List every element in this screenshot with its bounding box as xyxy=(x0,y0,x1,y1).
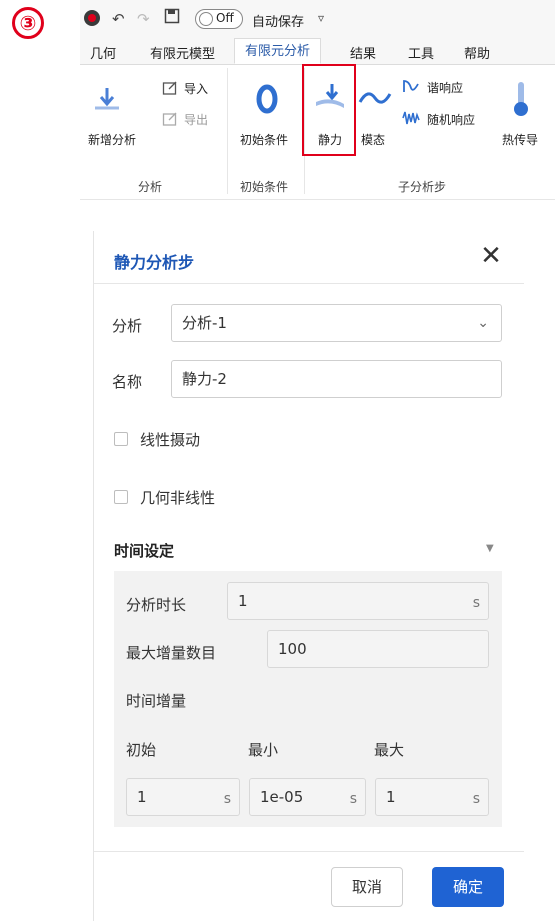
autosave-toggle[interactable]: Off xyxy=(195,9,243,29)
linear-perturbation-label[interactable]: 线性摄动 xyxy=(140,429,200,450)
save-icon[interactable] xyxy=(164,8,180,28)
export-label[interactable]: 导出 xyxy=(184,111,208,128)
increment-min-field[interactable]: 1e-05 s xyxy=(249,778,366,816)
duration-label: 分析时长 xyxy=(126,596,187,614)
new-analysis-icon[interactable] xyxy=(92,86,122,115)
geometric-nonlinear-label[interactable]: 几何非线性 xyxy=(140,487,215,508)
time-increment-label: 时间增量 xyxy=(126,692,187,710)
toggle-knob xyxy=(199,12,213,26)
increment-max-unit: s xyxy=(472,791,480,807)
increment-initial-label: 初始 xyxy=(126,741,157,759)
import-label[interactable]: 导入 xyxy=(184,80,208,97)
modal-analysis-label[interactable]: 模态 xyxy=(361,131,385,148)
import-icon[interactable] xyxy=(162,80,178,99)
harmonic-response-icon[interactable] xyxy=(402,78,420,97)
cancel-button[interactable]: 取消 xyxy=(331,867,403,907)
modal-analysis-icon[interactable] xyxy=(358,86,392,113)
increment-initial-value: 1 xyxy=(137,788,147,806)
random-response-icon[interactable] xyxy=(402,110,420,129)
initial-conditions-icon[interactable] xyxy=(256,84,278,117)
quick-access-bar: ↶ ↷ Off 自动保存 ▿ xyxy=(80,0,555,38)
tab-tools[interactable]: 工具 xyxy=(408,43,434,62)
group-label-sub-steps: 子分析步 xyxy=(398,180,447,194)
ok-button[interactable]: 确定 xyxy=(432,867,504,907)
static-highlight-box xyxy=(302,64,356,156)
heat-transfer-icon[interactable] xyxy=(512,80,530,121)
qat-dropdown-icon[interactable]: ▿ xyxy=(318,11,324,25)
step-number-marker: ③ xyxy=(12,7,44,39)
heat-transfer-label[interactable]: 热传导 xyxy=(502,131,538,148)
export-icon[interactable] xyxy=(162,111,178,130)
max-increments-value: 100 xyxy=(278,640,307,658)
tab-geometry[interactable]: 几何 xyxy=(90,43,116,62)
harmonic-response-label[interactable]: 谐响应 xyxy=(427,79,463,96)
close-icon[interactable]: ✕ xyxy=(476,241,506,271)
duration-field[interactable]: 1 s xyxy=(227,582,489,620)
toggle-label: Off xyxy=(216,11,234,25)
analysis-select-value: 分析-1 xyxy=(182,314,227,332)
new-analysis-label[interactable]: 新增分析 xyxy=(88,131,136,148)
collapse-caret-icon[interactable]: ▼ xyxy=(486,543,494,554)
tab-help[interactable]: 帮助 xyxy=(464,43,490,62)
static-step-dialog: 静力分析步 ✕ 分析 分析-1 ⌄ 名称 静力-2 线性摄动 几何非线性 时间设… xyxy=(93,231,524,921)
autosave-label: 自动保存 xyxy=(252,15,305,30)
increment-initial-field[interactable]: 1 s xyxy=(126,778,240,816)
duration-value: 1 xyxy=(238,592,248,610)
increment-min-value: 1e-05 xyxy=(260,788,304,806)
dialog-title: 静力分析步 xyxy=(114,253,195,272)
increment-max-value: 1 xyxy=(386,788,396,806)
analysis-label: 分析 xyxy=(112,317,143,335)
time-settings-panel: 分析时长 1 s 最大增量数目 100 时间增量 初始 最小 最大 1 s 1e… xyxy=(114,571,502,827)
app-logo-icon xyxy=(83,9,101,31)
linear-perturbation-checkbox[interactable] xyxy=(114,432,128,446)
tab-results[interactable]: 结果 xyxy=(350,43,376,62)
ribbon-bottom-border xyxy=(80,199,555,200)
footer-divider xyxy=(94,851,524,852)
name-field-value: 静力-2 xyxy=(182,370,227,388)
random-response-label[interactable]: 随机响应 xyxy=(427,111,475,128)
title-divider xyxy=(94,283,524,284)
increment-min-label: 最小 xyxy=(248,741,279,759)
geometric-nonlinear-checkbox[interactable] xyxy=(114,490,128,504)
group-label-initial-conditions: 初始条件 xyxy=(240,180,289,194)
ribbon-toolbar: ↶ ↷ Off 自动保存 ▿ 几何 有限元模型 有限元分析 结果 工具 帮助 新… xyxy=(80,0,555,200)
increment-min-unit: s xyxy=(349,791,357,807)
name-field[interactable]: 静力-2 xyxy=(171,360,502,398)
time-settings-title: 时间设定 xyxy=(114,542,175,560)
duration-unit: s xyxy=(472,595,480,611)
increment-max-label: 最大 xyxy=(374,741,405,759)
tab-fe-model[interactable]: 有限元模型 xyxy=(150,43,215,62)
chevron-down-icon: ⌄ xyxy=(477,315,489,331)
group-label-analysis: 分析 xyxy=(138,180,163,194)
undo-icon[interactable]: ↶ xyxy=(112,10,125,28)
tab-fe-analysis[interactable]: 有限元分析 xyxy=(234,38,322,64)
increment-initial-unit: s xyxy=(223,791,231,807)
initial-conditions-label[interactable]: 初始条件 xyxy=(240,131,288,148)
increment-max-field[interactable]: 1 s xyxy=(375,778,489,816)
ribbon-tabs: 几何 有限元模型 有限元分析 结果 工具 帮助 xyxy=(80,38,555,65)
redo-icon[interactable]: ↷ xyxy=(137,10,150,28)
name-label: 名称 xyxy=(112,373,143,391)
analysis-select[interactable]: 分析-1 ⌄ xyxy=(171,304,502,342)
max-increments-label: 最大增量数目 xyxy=(126,644,217,662)
group-divider xyxy=(227,68,228,194)
max-increments-field[interactable]: 100 xyxy=(267,630,489,668)
